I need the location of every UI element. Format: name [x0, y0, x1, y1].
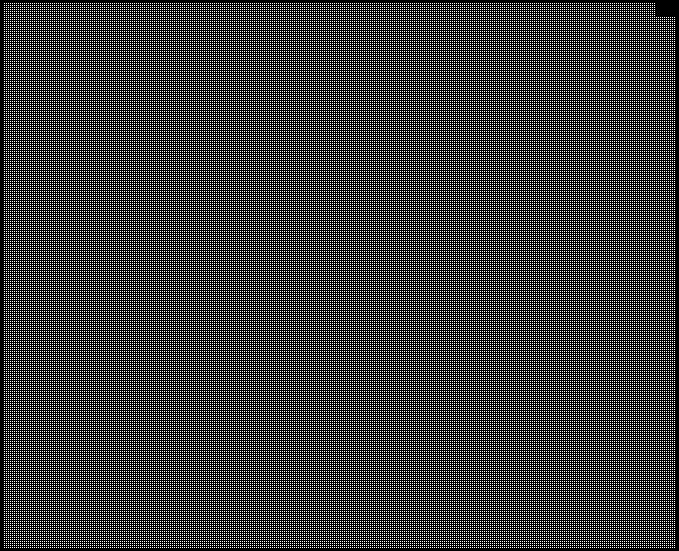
window-frame: [0, 0, 679, 551]
close-button[interactable]: [656, 3, 676, 16]
